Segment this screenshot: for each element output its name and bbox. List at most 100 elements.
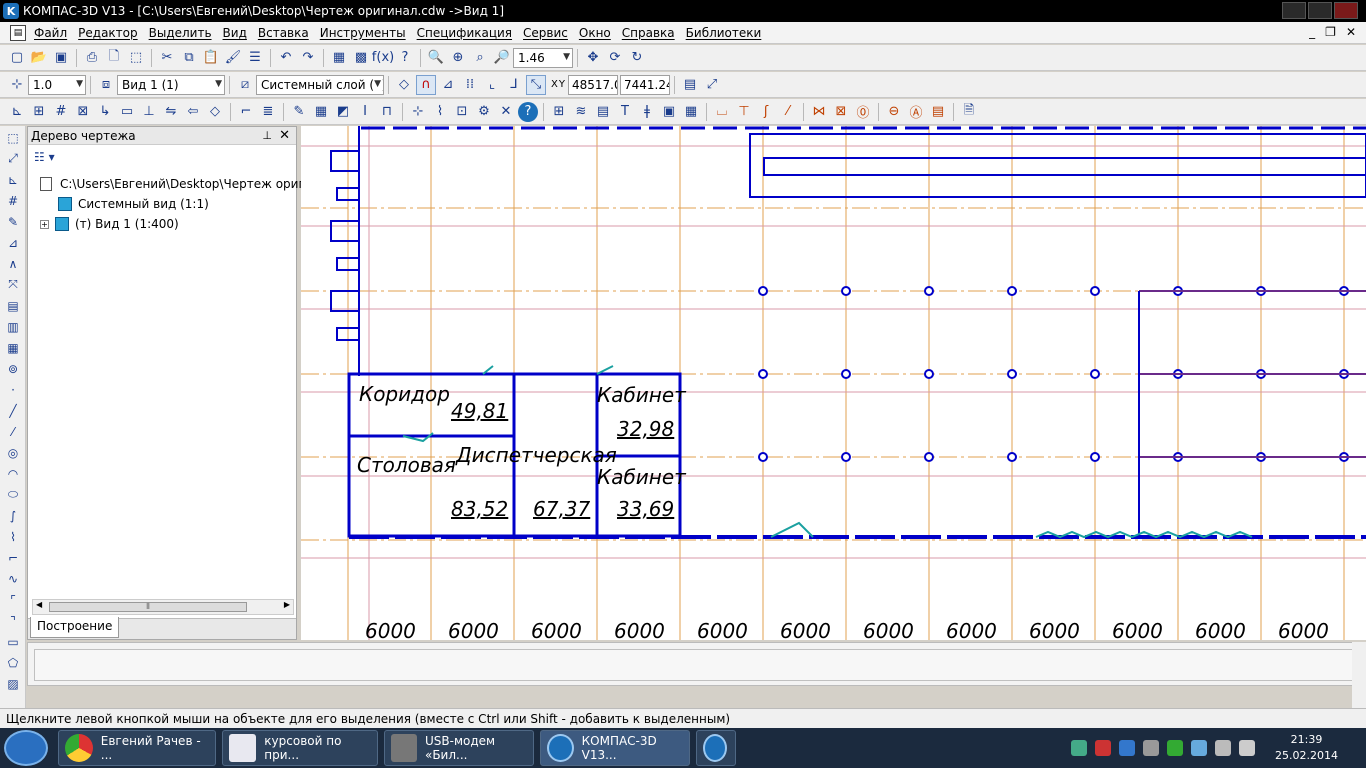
volume-icon[interactable] [1239, 740, 1256, 756]
spec-icon[interactable]: ▤ [593, 102, 613, 122]
print-icon[interactable]: ⎙ [82, 48, 102, 68]
symbols-icon[interactable]: ⊠ [73, 102, 93, 122]
antivirus-icon[interactable] [1095, 740, 1112, 756]
vk-icon[interactable] [1119, 740, 1136, 756]
fill-icon[interactable]: ◩ [333, 102, 353, 122]
hatch-fill-icon[interactable]: ▨ [2, 674, 24, 693]
zoom-in-icon[interactable]: ⊕ [448, 48, 468, 68]
dimensions-icon[interactable]: ⊞ [29, 102, 49, 122]
clock[interactable]: 21:39 25.02.2014 [1275, 732, 1338, 764]
tree-scrollbar[interactable]: ◀ ⦀ ▶ [32, 599, 294, 615]
menu-edit[interactable]: Редактор [76, 26, 146, 40]
beam-icon[interactable]: ⊓ [377, 102, 397, 122]
stamp-icon[interactable]: ▤ [928, 102, 948, 122]
redo-icon[interactable]: ↷ [298, 48, 318, 68]
library-icon[interactable]: ▩ [351, 48, 371, 68]
ortho-icon[interactable]: ⊿ [438, 75, 458, 95]
menu-window[interactable]: Окно [577, 26, 620, 40]
dot-icon[interactable]: · [2, 380, 24, 399]
menu-service[interactable]: Сервис [521, 26, 577, 40]
variables-icon[interactable]: f(x) [372, 48, 394, 68]
maximize-button[interactable] [1308, 2, 1332, 19]
pin-icon[interactable]: ⊥ [262, 129, 272, 142]
layers-icon[interactable]: ≋ [571, 102, 591, 122]
local-cs-icon[interactable]: ⌞ [482, 75, 502, 95]
drawing-canvas[interactable]: Коридор 49,81 Столовая 83,52 Диспетчерск… [301, 126, 1366, 640]
diamond-icon[interactable]: ◇ [205, 102, 225, 122]
page-icon[interactable]: 🗎 [959, 102, 979, 122]
property-panel-body[interactable] [34, 649, 1359, 681]
segment-icon[interactable]: ⁄ [2, 422, 24, 441]
hatch-tool-icon[interactable]: # [2, 191, 24, 210]
label-icon[interactable]: Ⓐ [906, 102, 926, 122]
insert-view-icon[interactable]: ⊞ [549, 102, 569, 122]
doc-minimize-icon[interactable]: _ [1309, 25, 1315, 39]
properties-icon[interactable]: ☰ [245, 48, 265, 68]
preview-icon[interactable]: 🗋 [104, 48, 124, 68]
tree-item-system-view[interactable]: Системный вид (1:1) [58, 197, 209, 211]
door-icon[interactable]: ⌴ [712, 102, 732, 122]
close-icon[interactable]: ✕ [279, 128, 290, 143]
dimension-tool-icon[interactable]: ⊾ [2, 170, 24, 189]
copy-icon[interactable]: ⧉ [179, 48, 199, 68]
zoom-scale-icon[interactable]: 🔎 [492, 48, 512, 68]
scroll-right-icon[interactable]: ▶ [284, 600, 290, 609]
fragment-tool-icon[interactable]: ▤ [2, 296, 24, 315]
polyline-icon[interactable]: ⌇ [2, 527, 24, 546]
pencil-icon[interactable]: ✎ [289, 102, 309, 122]
drawing-svg[interactable]: Коридор 49,81 Столовая 83,52 Диспетчерск… [301, 126, 1366, 640]
help-pointer-icon[interactable]: ? [395, 48, 415, 68]
axis-icon[interactable]: ⊥ [139, 102, 159, 122]
close-window-button[interactable] [1334, 2, 1358, 19]
measure-tool-icon[interactable]: ∧ [2, 254, 24, 273]
text-icon[interactable]: T [615, 102, 635, 122]
edit-tool-icon[interactable]: ✎ [2, 212, 24, 231]
arc-icon[interactable]: ◠ [2, 464, 24, 483]
grid-step-icon[interactable]: ⊹ [7, 75, 27, 95]
menu-libraries[interactable]: Библиотеки [684, 26, 771, 40]
expand-icon[interactable]: + [40, 219, 49, 229]
window-icon[interactable]: ⊤ [734, 102, 754, 122]
start-button[interactable] [4, 730, 48, 766]
right-scroll-strip[interactable] [1352, 642, 1366, 708]
leader-icon[interactable]: ↳ [95, 102, 115, 122]
menu-file[interactable]: Файл [32, 26, 76, 40]
scroll-thumb[interactable]: ⦀ [49, 602, 247, 612]
table-icon[interactable]: ▦ [311, 102, 331, 122]
menu-tools[interactable]: Инструменты [318, 26, 415, 40]
level-icon[interactable]: ⊖ [884, 102, 904, 122]
connection-icon[interactable] [1191, 740, 1208, 756]
stair-icon[interactable]: ⌐ [236, 102, 256, 122]
report-icon[interactable]: ▣ [659, 102, 679, 122]
zoom-combo[interactable]: 1.46 ▼ [513, 47, 573, 68]
minimize-button[interactable] [1282, 2, 1306, 19]
device-icon[interactable] [1143, 740, 1160, 756]
point-tool-icon[interactable]: ⤢ [2, 149, 24, 168]
menu-view[interactable]: Вид [221, 26, 256, 40]
doc-restore-icon[interactable]: ❐ [1325, 25, 1336, 39]
break-icon[interactable]: ⋈ [809, 102, 829, 122]
color-icon[interactable]: ◇ [394, 75, 414, 95]
mark-icon[interactable]: ⊠ [831, 102, 851, 122]
task-chrome[interactable]: Евгений Рачев - ... [58, 730, 216, 766]
zoom-all-icon[interactable]: ⌕ [470, 48, 490, 68]
view-icon[interactable]: ⧈ [96, 75, 116, 95]
coord-y-field[interactable]: 7441.24 [619, 74, 670, 95]
network-icon[interactable] [1071, 740, 1088, 756]
settings-icon[interactable]: ⚙ [474, 102, 494, 122]
manager-icon[interactable]: ▦ [329, 48, 349, 68]
column-icon[interactable]: Ι [355, 102, 375, 122]
rectangle-icon[interactable]: ▭ [2, 632, 24, 651]
page-setup-icon[interactable]: ⬚ [126, 48, 146, 68]
grid-toggle-icon[interactable]: ⁞⁞ [460, 75, 480, 95]
tab-construction[interactable]: Построение [30, 617, 120, 638]
select-icon[interactable]: ⊡ [452, 102, 472, 122]
menu-select[interactable]: Выделить [147, 26, 221, 40]
wrench-icon[interactable]: ✕ [496, 102, 516, 122]
view-select[interactable]: Вид 1 (1) ▼ [117, 74, 225, 95]
redraw-icon[interactable]: ↻ [627, 48, 647, 68]
rect-icon[interactable]: ▭ [117, 102, 137, 122]
dimension-tool-icon[interactable]: ⊹ [408, 102, 428, 122]
menu-insert[interactable]: Вставка [256, 26, 318, 40]
fillet-icon[interactable]: ⌜ [2, 590, 24, 609]
